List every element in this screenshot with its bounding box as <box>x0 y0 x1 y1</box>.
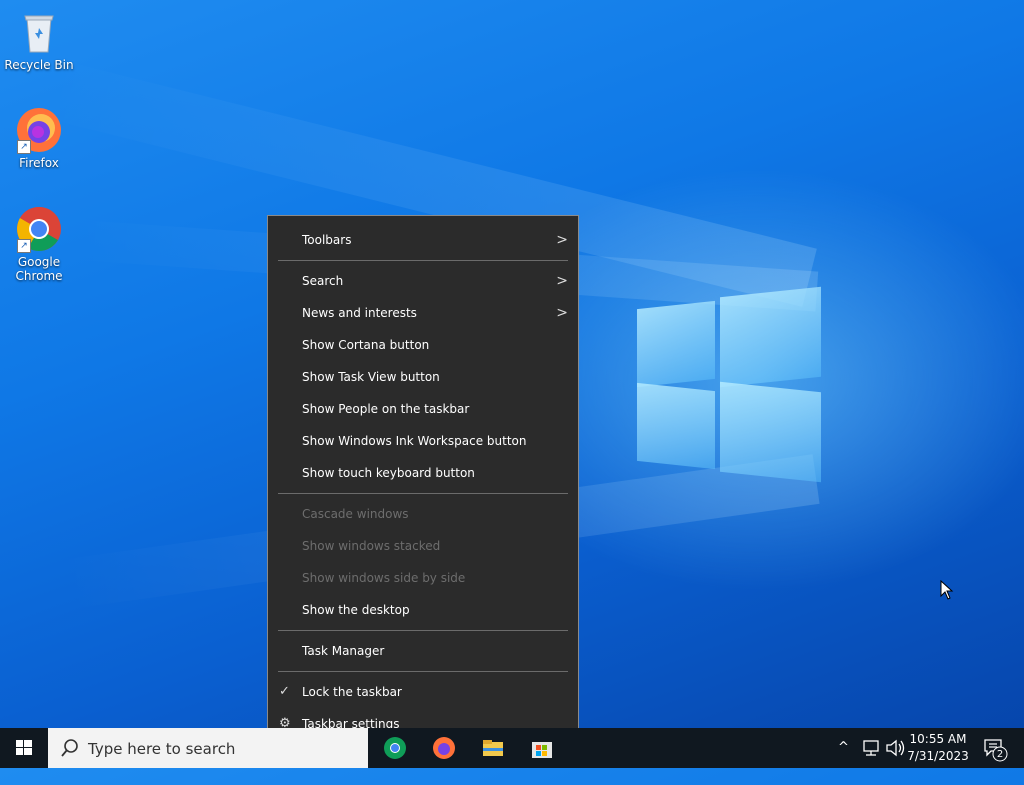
show-hidden-icons-button[interactable]: ^ <box>838 728 854 768</box>
menu-separator <box>278 671 568 672</box>
file-explorer-icon <box>483 740 503 756</box>
chevron-right-icon: > <box>556 305 568 321</box>
menu-item-toolbars[interactable]: Toolbars > <box>268 224 578 256</box>
taskbar-chrome-button[interactable] <box>383 736 407 760</box>
speaker-icon <box>886 739 905 757</box>
network-button[interactable] <box>862 728 880 768</box>
chevron-up-icon: ^ <box>838 740 849 755</box>
desktop-icon-label: Firefox <box>19 156 59 170</box>
chevron-right-icon: > <box>556 232 568 248</box>
menu-item-label: Task Manager <box>302 644 385 658</box>
windows-logo-icon <box>16 740 32 755</box>
shortcut-arrow-icon: ↗ <box>17 239 31 253</box>
volume-button[interactable] <box>885 728 905 768</box>
menu-item-label: Show People on the taskbar <box>302 402 470 416</box>
menu-separator <box>278 260 568 261</box>
menu-item-cascade-windows: Cascade windows <box>268 498 578 530</box>
menu-item-task-manager[interactable]: Task Manager <box>268 635 578 667</box>
desktop-icon-recycle-bin[interactable]: Recycle Bin <box>3 8 75 72</box>
menu-item-label: Search <box>302 274 344 288</box>
menu-item-lock-the-taskbar[interactable]: ✓ Lock the taskbar <box>268 676 578 708</box>
menu-item-show-touch-keyboard[interactable]: Show touch keyboard button <box>268 457 578 489</box>
menu-item-show-the-desktop[interactable]: Show the desktop <box>268 594 578 626</box>
chrome-icon <box>384 737 406 759</box>
menu-item-search[interactable]: Search > <box>268 265 578 297</box>
menu-item-label: Show Windows Ink Workspace button <box>302 434 527 448</box>
checkmark-icon: ✓ <box>279 684 290 699</box>
desktop-icon-label: Recycle Bin <box>4 58 74 72</box>
desktop-icon-label: Google Chrome <box>15 255 63 283</box>
menu-item-label: Toolbars <box>302 233 352 247</box>
firefox-icon: ↗ <box>15 106 63 154</box>
taskbar-file-explorer-button[interactable] <box>481 736 505 760</box>
search-icon <box>61 739 78 757</box>
network-icon <box>863 740 879 756</box>
store-icon <box>532 742 552 758</box>
clock-date: 7/31/2023 <box>907 749 969 763</box>
menu-item-label: Show windows side by side <box>302 571 466 585</box>
menu-item-show-cortana-button[interactable]: Show Cortana button <box>268 329 578 361</box>
taskbar-store-button[interactable] <box>530 736 554 760</box>
notification-center-button[interactable]: 2 <box>982 728 1008 768</box>
menu-item-label: Show Cortana button <box>302 338 430 352</box>
menu-item-label: Show touch keyboard button <box>302 466 475 480</box>
taskbar-firefox-button[interactable] <box>432 736 456 760</box>
menu-item-show-people[interactable]: Show People on the taskbar <box>268 393 578 425</box>
desktop-icon-chrome[interactable]: ↗ Google Chrome <box>3 205 75 283</box>
taskbar-search-box[interactable]: Type here to search <box>48 728 368 768</box>
shortcut-arrow-icon: ↗ <box>17 140 31 154</box>
taskbar-clock[interactable]: 10:55 AM 7/31/2023 <box>906 731 970 765</box>
menu-item-show-windows-stacked: Show windows stacked <box>268 530 578 562</box>
firefox-icon <box>433 737 455 759</box>
menu-separator <box>278 493 568 494</box>
menu-item-label: Show Task View button <box>302 370 440 384</box>
chrome-icon: ↗ <box>15 205 63 253</box>
menu-item-label: Cascade windows <box>302 507 409 521</box>
taskbar-context-menu: Toolbars > Search > News and interests >… <box>267 215 579 748</box>
clock-time: 10:55 AM <box>909 732 967 746</box>
mouse-cursor-icon <box>940 580 954 600</box>
menu-item-show-windows-side-by-side: Show windows side by side <box>268 562 578 594</box>
menu-item-show-task-view-button[interactable]: Show Task View button <box>268 361 578 393</box>
search-placeholder: Type here to search <box>88 740 236 758</box>
notification-count-badge: 2 <box>996 749 1004 760</box>
chevron-right-icon: > <box>556 273 568 289</box>
menu-item-label: Show the desktop <box>302 603 410 617</box>
menu-item-label: Show windows stacked <box>302 539 441 553</box>
menu-item-news-and-interests[interactable]: News and interests > <box>268 297 578 329</box>
menu-item-label: News and interests <box>302 306 417 320</box>
menu-separator <box>278 630 568 631</box>
taskbar: Type here to search ^ 10:55 AM 7/31/2023… <box>0 728 1024 768</box>
desktop-icon-firefox[interactable]: ↗ Firefox <box>3 106 75 170</box>
start-button[interactable] <box>0 728 48 768</box>
recycle-bin-icon <box>15 8 63 56</box>
menu-item-show-windows-ink[interactable]: Show Windows Ink Workspace button <box>268 425 578 457</box>
menu-item-label: Lock the taskbar <box>302 685 402 699</box>
